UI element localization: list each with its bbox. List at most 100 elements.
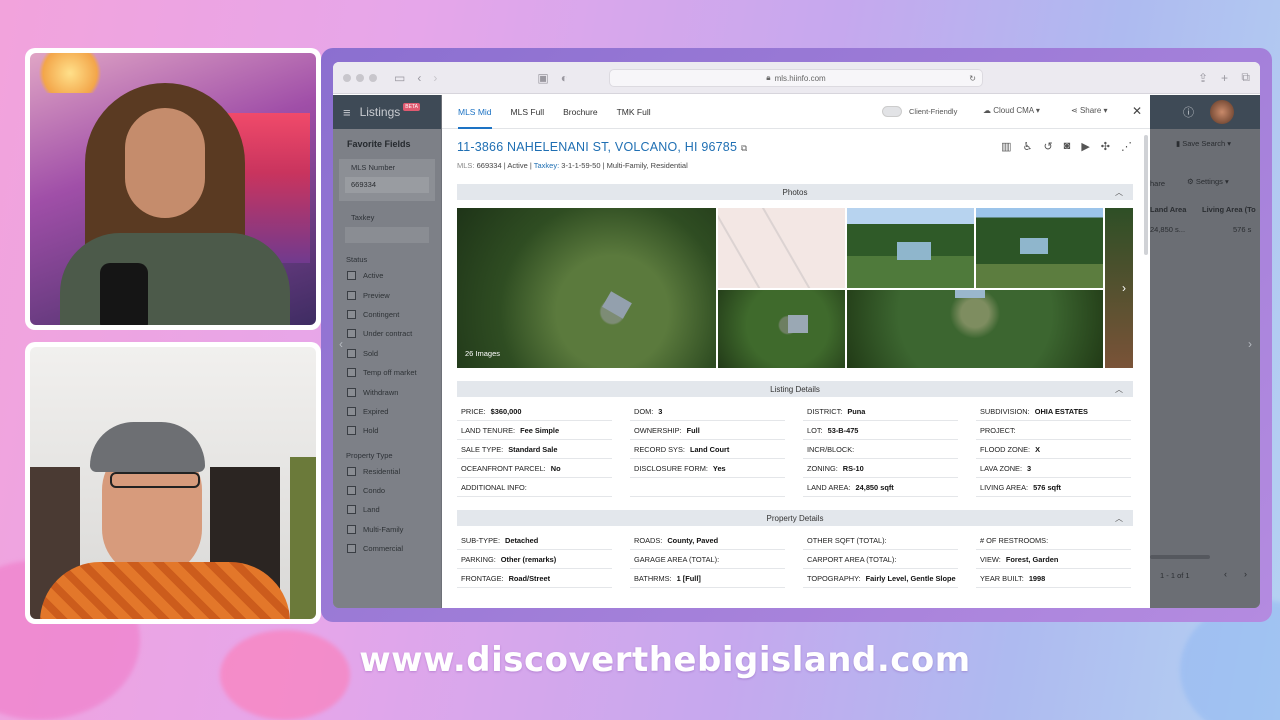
back-icon[interactable]: ‹	[417, 71, 421, 85]
photo-house-3[interactable]	[718, 290, 845, 368]
property-type-checkbox[interactable]: Commercial	[333, 539, 441, 558]
status-checkbox[interactable]: Preview	[333, 285, 441, 304]
carousel-left-icon[interactable]: ‹	[339, 337, 343, 351]
detail-label: PROJECT:	[980, 425, 1016, 435]
detail-value: $360,000	[490, 406, 522, 416]
status-checkbox[interactable]: Temp off market	[333, 363, 441, 382]
checkbox-icon[interactable]	[347, 271, 356, 281]
accessibility-icon[interactable]: ♿︎	[1023, 140, 1033, 153]
share-icon[interactable]: ⇪	[1198, 71, 1208, 85]
photo-map[interactable]	[718, 208, 845, 288]
horizontal-scrollbar[interactable]	[1150, 555, 1210, 559]
detail-value: Fairly Level, Gentle Slope	[865, 573, 956, 583]
window-zoom-dot[interactable]	[369, 73, 377, 82]
copy-icon[interactable]: ⧉	[741, 143, 748, 153]
property-type-checkbox[interactable]: Residential	[333, 462, 441, 481]
detail-value: Standard Sale	[508, 444, 558, 454]
detail-field: VIEW: Forest, Garden	[976, 550, 1131, 569]
checkbox-icon[interactable]	[347, 544, 356, 554]
checkbox-icon[interactable]	[347, 486, 356, 496]
client-friendly-toggle[interactable]	[882, 106, 902, 117]
carousel-right-icon[interactable]: ›	[1248, 337, 1252, 351]
menu-icon[interactable]: ≡	[343, 105, 351, 120]
col-land-area[interactable]: Land Area	[1150, 205, 1186, 214]
detail-field: PROJECT:	[976, 421, 1131, 440]
photo-house-2[interactable]	[976, 208, 1103, 288]
checkbox-icon[interactable]	[347, 348, 356, 358]
cloud-cma-button[interactable]: ☁ Cloud CMA ▾	[983, 106, 1040, 115]
url-bar[interactable]: 🔒︎ mls.hiinfo.com ↻	[609, 69, 983, 87]
share-partial[interactable]: hare	[1150, 179, 1165, 188]
listing-details-header[interactable]: Listing Details ︿	[457, 381, 1133, 397]
checkbox-icon[interactable]	[347, 290, 356, 300]
camera-icon[interactable]: ◙	[1064, 140, 1071, 153]
taxkey-field[interactable]: Taxkey	[339, 209, 435, 245]
detail-field	[630, 478, 785, 497]
photos-section-header[interactable]: Photos ︿	[457, 184, 1133, 200]
video-icon[interactable]: ▶	[1081, 140, 1089, 153]
checkbox-icon[interactable]	[347, 524, 356, 534]
modal-scrollbar[interactable]	[1144, 135, 1148, 255]
photo-house-1[interactable]	[847, 208, 974, 288]
settings-button[interactable]: ⚙ Settings ▾	[1187, 177, 1229, 186]
reload-icon[interactable]: ↻	[969, 74, 976, 83]
photos-next-icon[interactable]: ›	[1122, 281, 1126, 295]
tab-tmk-full[interactable]: TMK Full	[617, 95, 651, 129]
pager-prev-icon[interactable]: ‹	[1224, 569, 1227, 579]
chart-icon[interactable]: ⋰	[1121, 140, 1132, 153]
help-icon[interactable]: ⓘ	[1183, 104, 1194, 120]
checkbox-icon[interactable]	[347, 309, 356, 319]
avatar[interactable]	[1210, 100, 1234, 124]
checkbox-icon[interactable]	[347, 466, 356, 476]
close-icon[interactable]: ✕	[1132, 104, 1142, 118]
save-search-button[interactable]: ▮ Save Search ▾	[1176, 139, 1231, 148]
detail-label: SUBDIVISION:	[980, 406, 1030, 416]
col-living-area[interactable]: Living Area (To	[1202, 205, 1256, 214]
property-type-checkbox[interactable]: Condo	[333, 481, 441, 500]
status-checkbox[interactable]: Hold	[333, 421, 441, 440]
pager-next-icon[interactable]: ›	[1244, 569, 1247, 579]
checkbox-icon[interactable]	[347, 426, 356, 436]
checkbox-icon[interactable]	[347, 368, 356, 378]
window-minimize-dot[interactable]	[356, 73, 364, 82]
mls-number-field[interactable]: MLS Number 669334	[339, 159, 435, 201]
checkbox-icon[interactable]	[347, 505, 356, 515]
status-checkbox[interactable]: Under contract	[333, 324, 441, 343]
property-type-checkbox[interactable]: Land	[333, 500, 441, 519]
photo-partial[interactable]	[1105, 208, 1133, 368]
map-icon[interactable]: ▥	[1001, 140, 1011, 153]
status-checkbox[interactable]: Contingent	[333, 305, 441, 324]
window-close-dot[interactable]	[343, 73, 351, 82]
photo-main-aerial[interactable]: 26 Images	[457, 208, 716, 368]
property-type-label: Condo	[363, 486, 386, 496]
drone-icon[interactable]: ✣	[1101, 140, 1110, 153]
settings-label: Settings	[1195, 177, 1223, 186]
checkbox-icon[interactable]	[347, 387, 356, 397]
property-details-header[interactable]: Property Details ︿	[457, 510, 1133, 526]
forward-icon[interactable]: ›	[433, 71, 437, 85]
new-tab-icon[interactable]: +	[1221, 71, 1228, 85]
collapse-caret-icon[interactable]: ︿	[1115, 187, 1123, 198]
status-checkbox[interactable]: Sold	[333, 344, 441, 363]
collapse-caret-icon[interactable]: ︿	[1115, 513, 1123, 524]
tab-brochure[interactable]: Brochure	[563, 95, 598, 129]
sidebar-toggle-icon[interactable]: ▭	[394, 71, 405, 85]
collapse-caret-icon[interactable]: ︿	[1115, 384, 1123, 395]
listing-meta: MLS: 669334 | Active | Taxkey: 3-1-1-59-…	[457, 161, 688, 170]
tabs-overview-icon[interactable]: ⧉	[1241, 70, 1250, 85]
status-checkbox[interactable]: Withdrawn	[333, 382, 441, 401]
tab-mls-mid[interactable]: MLS Mid	[458, 95, 492, 129]
status-checkbox[interactable]: Active	[333, 266, 441, 285]
history-icon[interactable]: ↺	[1043, 140, 1052, 153]
mls-number-input[interactable]: 669334	[345, 177, 429, 193]
photo-house-4[interactable]	[847, 290, 1103, 368]
share-button[interactable]: ⋖ Share ▾	[1071, 106, 1108, 115]
tab-mls-full[interactable]: MLS Full	[511, 95, 545, 129]
checkbox-icon[interactable]	[347, 329, 356, 339]
checkbox-icon[interactable]	[347, 406, 356, 416]
reader-icon[interactable]: ▣	[537, 71, 548, 85]
status-checkbox[interactable]: Expired	[333, 402, 441, 421]
taxkey-input[interactable]	[345, 227, 429, 243]
shield-icon[interactable]: ◐	[561, 71, 568, 85]
property-type-checkbox[interactable]: Multi-Family	[333, 520, 441, 539]
